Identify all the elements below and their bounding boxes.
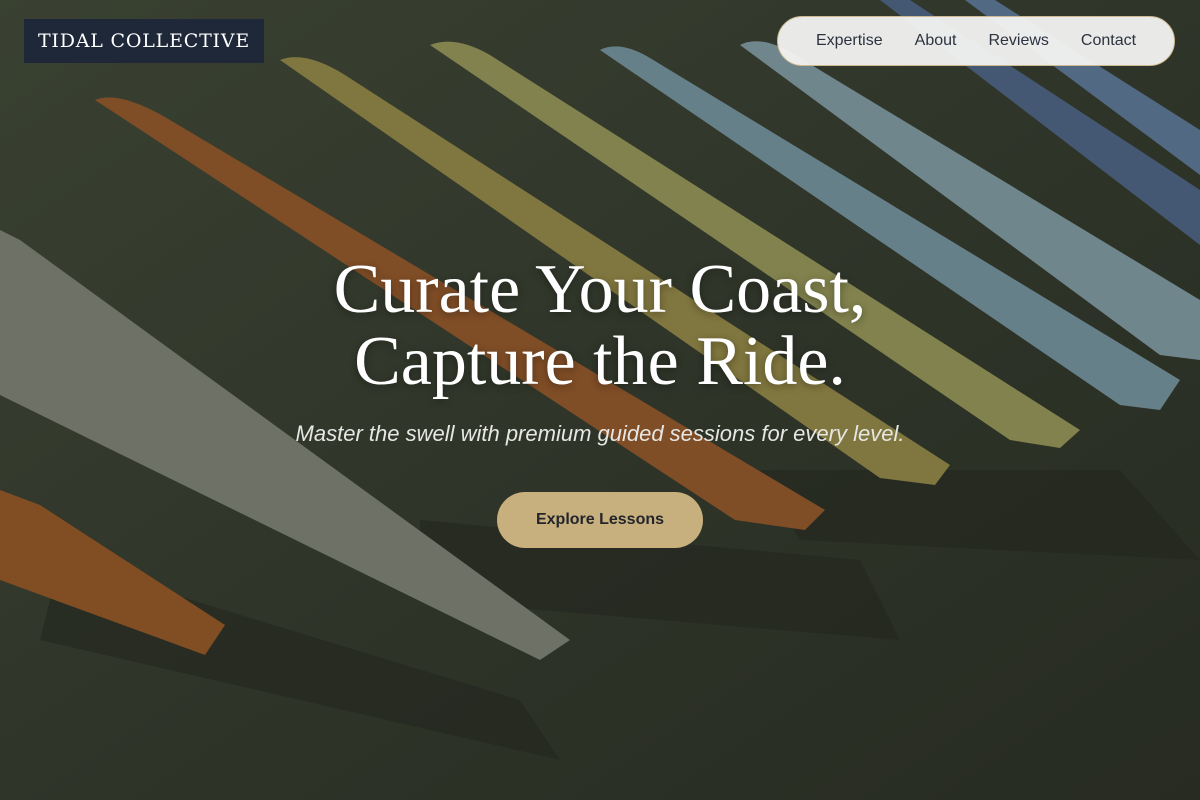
hero-headline-line-1: Curate Your Coast, xyxy=(333,251,867,328)
hero-section: TIDAL COLLECTIVE Expertise About Reviews… xyxy=(0,0,1200,800)
logo[interactable]: TIDAL COLLECTIVE xyxy=(24,19,264,63)
nav-link-reviews[interactable]: Reviews xyxy=(988,32,1048,50)
nav-link-expertise[interactable]: Expertise xyxy=(816,32,883,50)
main-nav: Expertise About Reviews Contact xyxy=(777,16,1175,66)
hero-subtitle: Master the swell with premium guided ses… xyxy=(295,421,905,446)
hero-headline: Curate Your Coast, Capture the Ride. xyxy=(0,254,1200,398)
explore-lessons-button[interactable]: Explore Lessons xyxy=(497,492,703,548)
hero-background-image xyxy=(0,0,1200,800)
nav-link-about[interactable]: About xyxy=(915,32,957,50)
hero-headline-line-2: Capture the Ride. xyxy=(354,323,846,400)
nav-link-contact[interactable]: Contact xyxy=(1081,32,1136,50)
